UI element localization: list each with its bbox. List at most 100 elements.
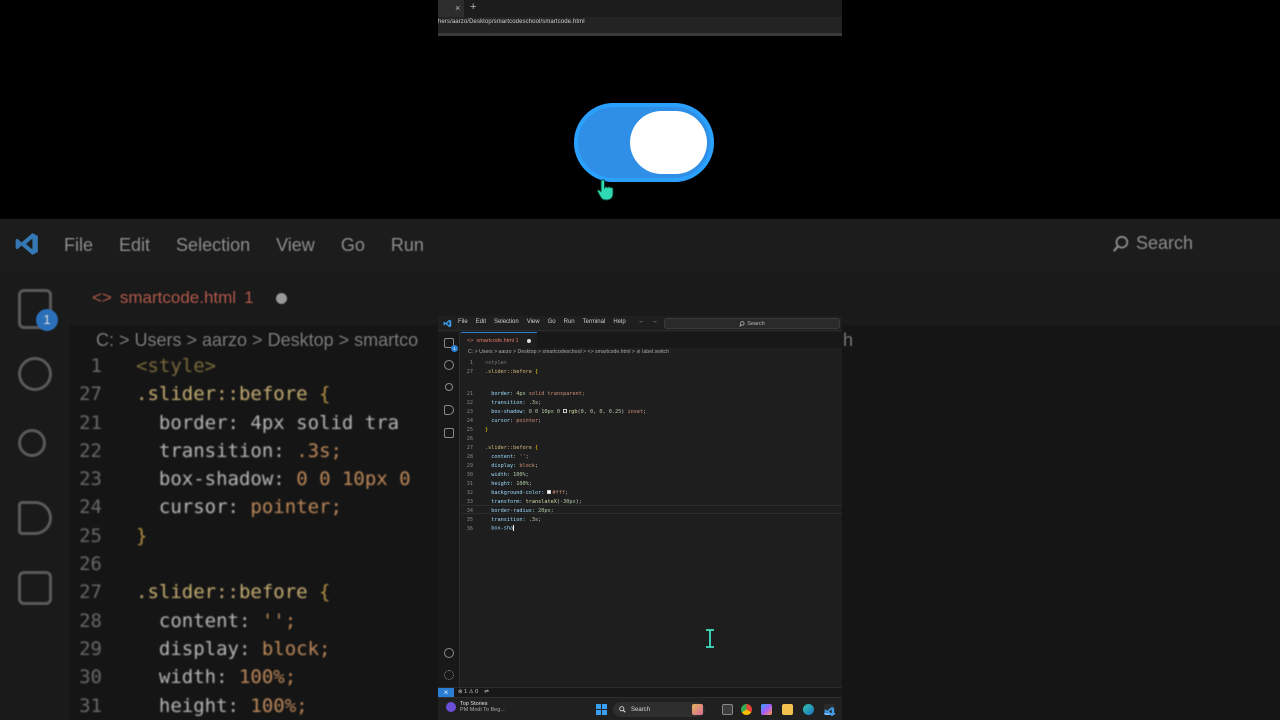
bg-line-content: cursor: pointer; [158, 496, 342, 519]
back-arrow-icon[interactable]: ← [638, 318, 645, 325]
code-line[interactable]: 28 content: ''; [461, 452, 529, 461]
menu-view[interactable]: View [527, 319, 540, 325]
new-tab-button[interactable]: + [470, 1, 476, 13]
file-explorer-icon[interactable] [782, 704, 793, 715]
chrome-icon[interactable] [741, 704, 752, 715]
start-button[interactable] [596, 704, 607, 715]
ports-icon[interactable]: ⇌ [484, 689, 489, 695]
code-line[interactable]: 29 display: block; [461, 461, 538, 470]
code-line[interactable]: 22 transition: .3s; [461, 398, 541, 407]
code-line[interactable]: 25} [461, 425, 488, 434]
menu-run[interactable]: Run [564, 319, 575, 325]
code-line[interactable]: 35 transition: .3s; [461, 515, 541, 524]
settings-gear-icon[interactable] [444, 670, 454, 680]
line-content: height: 100%; [491, 480, 532, 487]
bg-line-number: 1 [90, 355, 102, 377]
code-line[interactable]: 24 cursor: pointer; [461, 416, 542, 425]
task-view-icon[interactable] [722, 704, 733, 715]
widget-icon[interactable] [692, 704, 703, 715]
tab-smartcode-html[interactable]: <> smartcode.html 1 [461, 332, 537, 348]
bg-menubar: File Edit Selection View Go Run Search [0, 219, 1280, 271]
code-line[interactable]: 26 [461, 434, 485, 443]
bg-code-line: 23 box-shadow: 0 0 10px 0 [70, 468, 440, 496]
forward-arrow-icon[interactable]: → [651, 318, 658, 325]
code-line[interactable]: 21 border: 4px solid transparent; [461, 389, 585, 398]
line-content: <style> [485, 359, 507, 366]
vscode-taskbar-icon[interactable] [824, 704, 835, 717]
toggle-switch[interactable] [574, 103, 714, 182]
code-line[interactable]: 1 <style> [461, 358, 507, 367]
extensions-icon[interactable] [444, 428, 454, 438]
bg-breadcrumb-right: h [843, 330, 854, 350]
line-content: display: block; [491, 462, 539, 469]
code-line[interactable]: 36 box-sha [461, 524, 515, 533]
menu-edit[interactable]: Edit [476, 319, 486, 325]
code-line[interactable]: 33 transform: translateX(-30px); [461, 497, 582, 506]
code-line[interactable]: 30 width: 100%; [461, 470, 529, 479]
news-widget[interactable]: Top Stories PM Modi To Beg... [446, 701, 505, 713]
bg-line-content: box-shadow: 0 0 10px 0 [158, 468, 411, 491]
code-line[interactable]: 34 border-radius: 20px; [461, 506, 554, 515]
explorer-badge: 1 [36, 309, 58, 331]
bg-code-line: 30 width: 100%; [70, 666, 440, 694]
taskbar-search-label: Search [631, 706, 651, 713]
bg-tab-label: smartcode.html [119, 288, 237, 307]
line-content: transition: .3s; [491, 399, 542, 406]
accounts-icon[interactable] [444, 648, 454, 658]
bg-menu: File Edit Selection View Go Run [64, 235, 424, 256]
line-number: 33 [466, 498, 473, 505]
code-line[interactable]: 27 .slider::before { [461, 367, 538, 376]
search-icon [619, 706, 626, 713]
problems-indicator[interactable]: ⊗ 1 ⚠ 0 [458, 689, 478, 695]
bg-code-line: 24 cursor: pointer; [70, 496, 440, 524]
bg-line-number: 27 [79, 581, 102, 604]
close-tab-icon[interactable]: × [455, 3, 460, 13]
command-center-search[interactable]: Search [664, 318, 840, 329]
search-icon[interactable] [444, 360, 454, 370]
toggle-knob [630, 111, 707, 174]
menu-go[interactable]: Go [548, 319, 556, 325]
bg-code-area: 1 <style> 27 .slider::before {21 border: 4p… [70, 355, 440, 720]
breadcrumb[interactable]: C: > Users > aarzo > Desktop > smartcode… [468, 349, 669, 355]
search-icon [1112, 235, 1129, 252]
menu-selection[interactable]: Selection [494, 319, 519, 325]
unsaved-dot[interactable] [526, 338, 531, 343]
bg-line-number: 24 [79, 496, 102, 519]
code-line[interactable]: 23 box-shadow: 0 0 10px 0 rgb(0, 0, 0, 0… [461, 407, 646, 416]
copilot-icon[interactable] [761, 704, 772, 715]
line-number: 27 [466, 444, 473, 451]
run-debug-icon[interactable] [444, 405, 454, 415]
line-number: 30 [466, 471, 473, 478]
menu-help[interactable]: Help [613, 319, 625, 325]
line-content: transform: translateX(-30px); [491, 498, 582, 505]
line-number: 23 [466, 408, 473, 415]
bg-line-number: 28 [79, 609, 102, 632]
line-number: 34 [466, 507, 473, 514]
menu-file[interactable]: File [458, 319, 468, 325]
code-line[interactable]: 31 height: 100%; [461, 479, 532, 488]
bg-line-number: 23 [79, 468, 102, 491]
run-debug-icon [18, 501, 52, 535]
bg-editor-tab: <> smartcode.html 1 [92, 288, 287, 308]
browser-divider [438, 33, 842, 36]
address-bar[interactable]: hers/aarzo/Desktop/smartcodeschool/smart… [438, 19, 585, 25]
bg-menu-go: Go [340, 235, 365, 255]
bg-line-content: } [136, 524, 148, 547]
code-line[interactable]: 32 background-color: #fff; [461, 488, 568, 497]
browser-tabstrip: × + [438, 0, 842, 17]
unsaved-dot [275, 292, 287, 304]
bg-code-line: 21 border: 4px solid tra [70, 412, 440, 440]
browser-window: × + hers/aarzo/Desktop/smartcodeschool/s… [438, 0, 842, 36]
search-placeholder: Search [747, 320, 765, 327]
menu-terminal[interactable]: Terminal [583, 319, 606, 325]
edge-icon[interactable] [803, 704, 814, 715]
bg-menu-run: Run [390, 235, 424, 255]
line-content: } [485, 426, 489, 433]
bg-line-content: width: 100%; [158, 666, 297, 689]
source-control-icon[interactable] [445, 383, 453, 391]
line-number: 27 [466, 368, 473, 375]
line-number: 26 [466, 435, 473, 442]
vscode-logo-icon [15, 233, 38, 255]
code-line[interactable]: 27 .slider::before { [461, 443, 538, 452]
bg-line-content: height: 100%; [158, 694, 308, 717]
